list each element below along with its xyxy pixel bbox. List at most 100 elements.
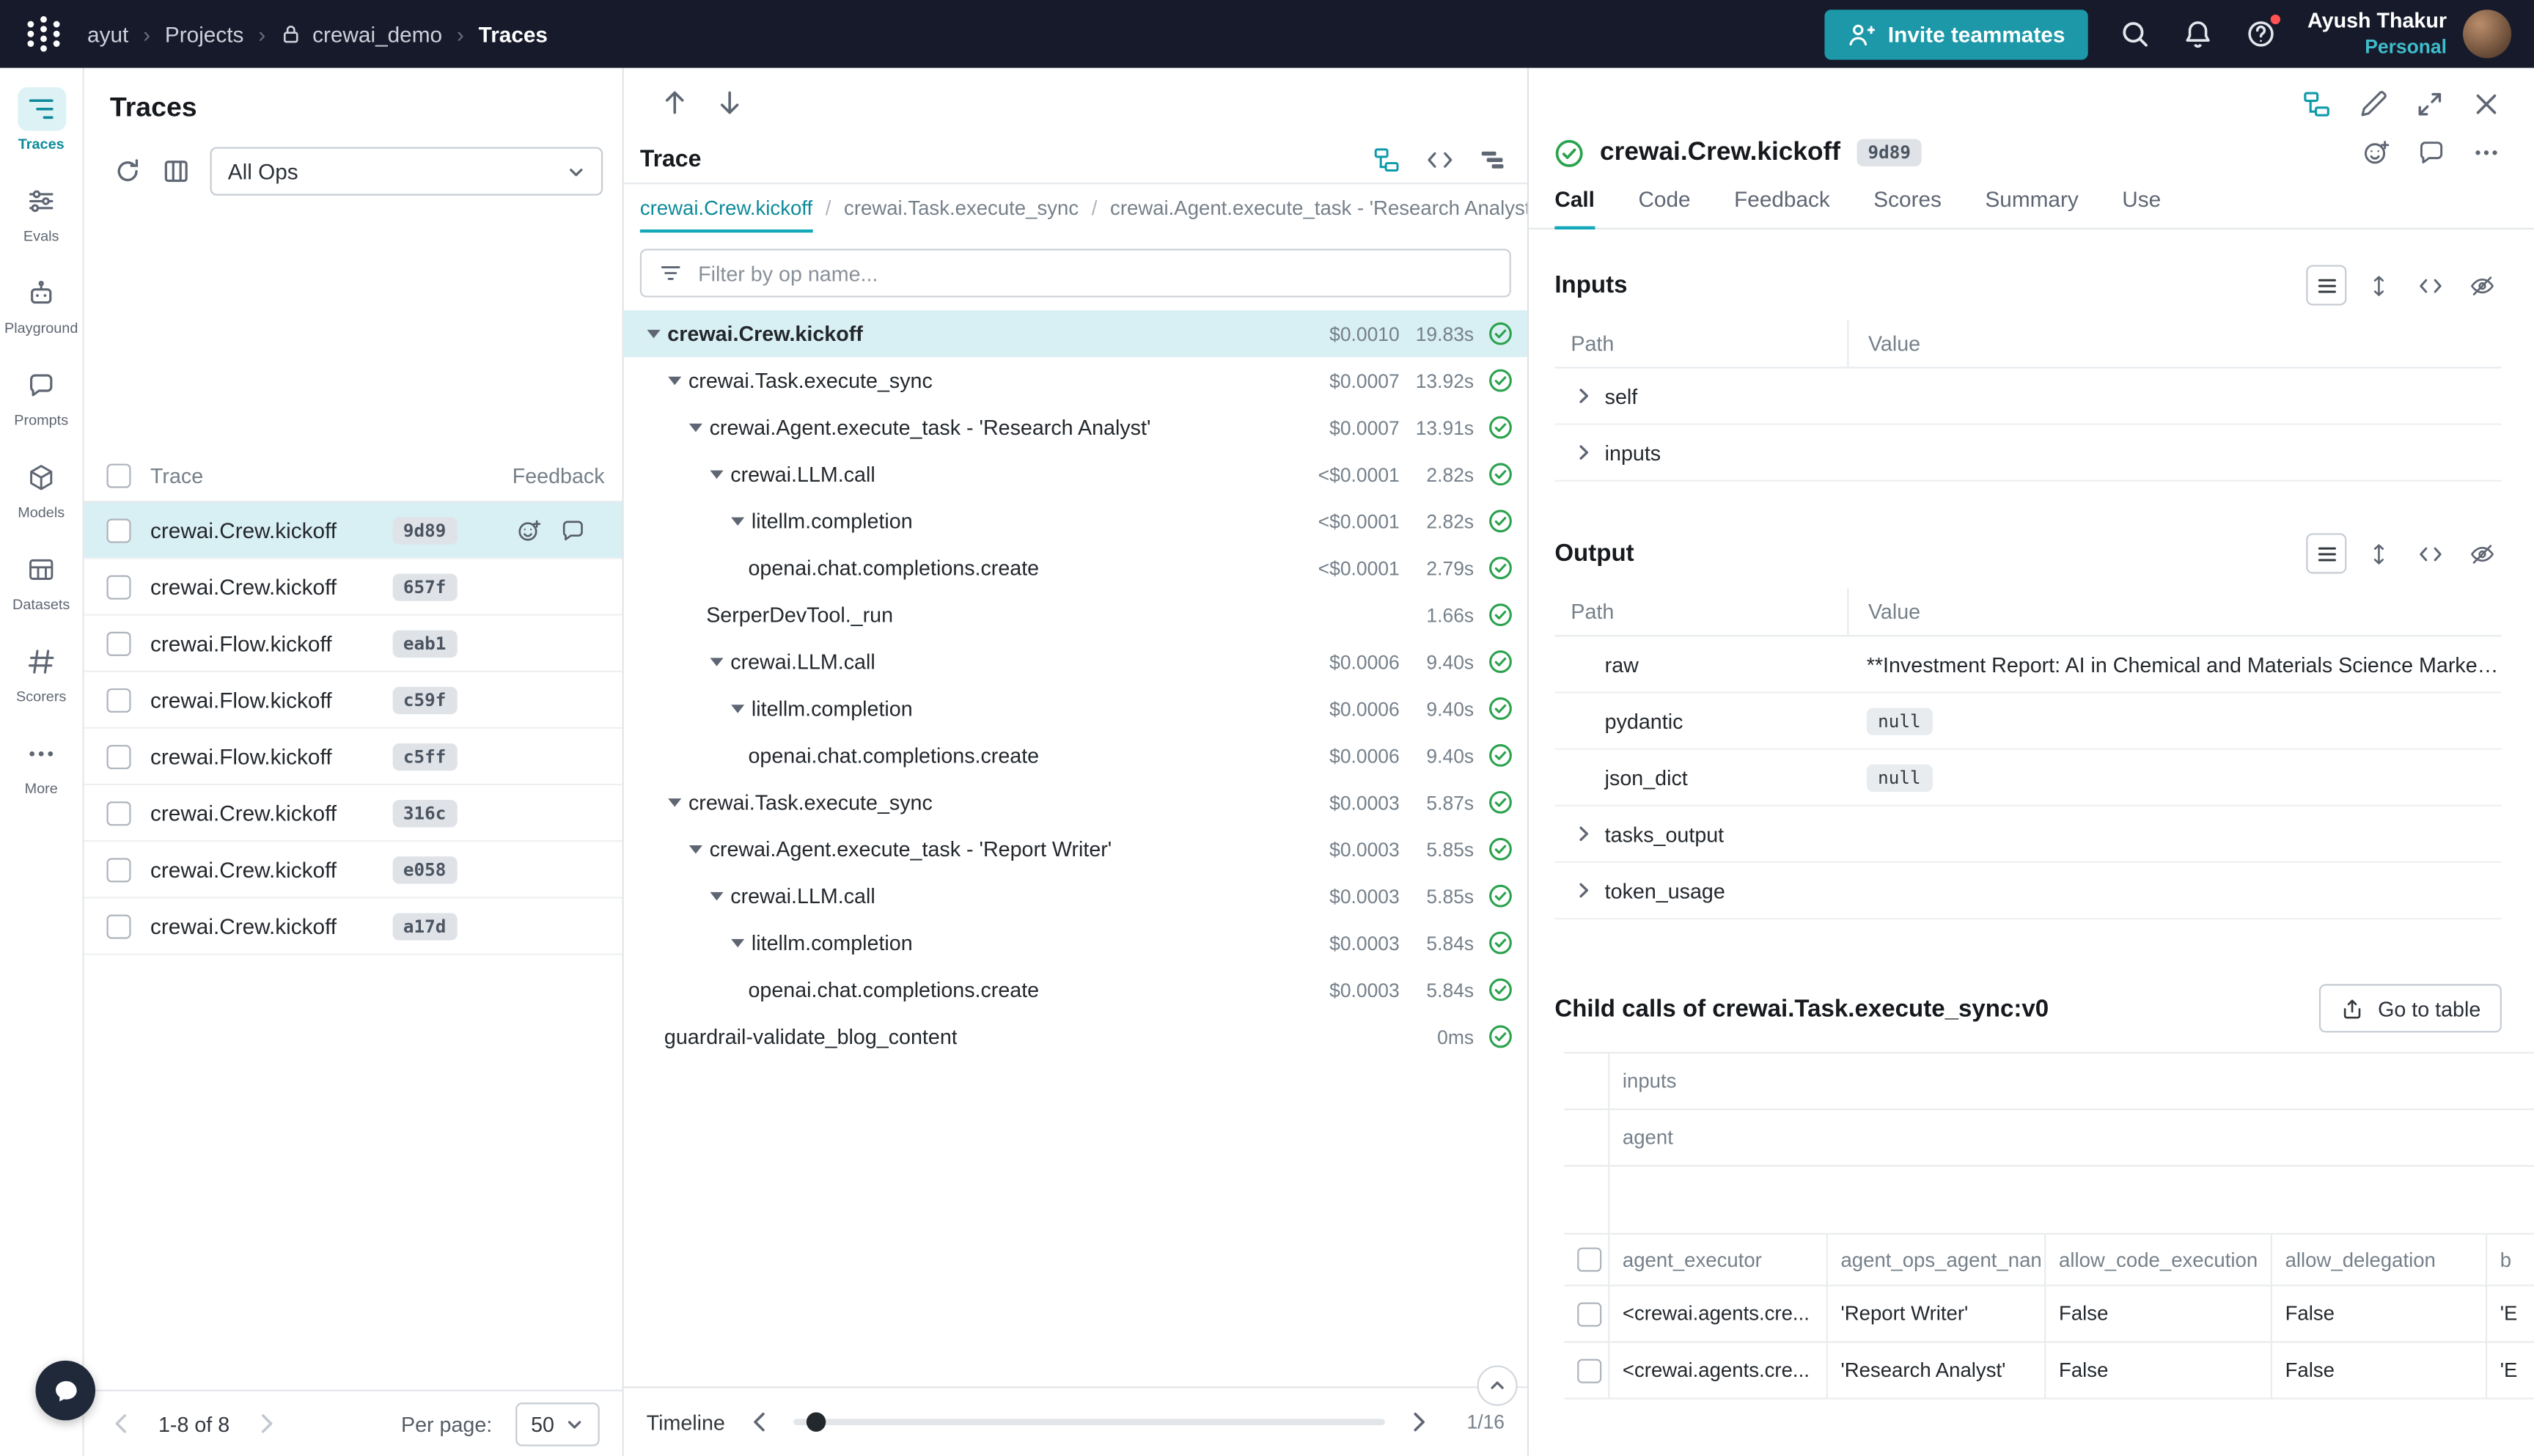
flame-graph-icon[interactable] — [1479, 144, 1508, 174]
child-table-row[interactable]: <crewai.agents.cre...'Research Analyst'F… — [1565, 1343, 2534, 1400]
prev-call-icon[interactable] — [659, 87, 690, 117]
chevron-right-icon[interactable] — [1574, 443, 1593, 462]
caret-down-icon[interactable] — [686, 417, 707, 438]
trace-name[interactable]: crewai.Crew.kickoff — [150, 518, 337, 542]
trace-row[interactable]: crewai.Crew.kickoff316c — [84, 785, 623, 842]
comment-icon[interactable] — [2416, 137, 2447, 168]
invite-teammates-button[interactable]: Invite teammates — [1825, 9, 2087, 59]
help-icon[interactable] — [2244, 18, 2277, 50]
tab-summary[interactable]: Summary — [1985, 188, 2078, 228]
column-header[interactable]: b — [2487, 1235, 2534, 1287]
output-row[interactable]: json_dictnull — [1554, 750, 2502, 806]
output-row[interactable]: raw**Investment Report: AI in Chemical a… — [1554, 636, 2502, 693]
row-checkbox[interactable] — [1577, 1358, 1601, 1383]
column-header[interactable]: allow_code_execution — [2046, 1235, 2272, 1287]
sidebar-item-datasets[interactable]: Datasets — [0, 548, 82, 612]
trace-tree-row[interactable]: crewai.Task.execute_sync$0.000713.92s — [624, 357, 1527, 404]
trace-row[interactable]: crewai.Crew.kickoff9d89 — [84, 502, 623, 559]
caret-down-icon[interactable] — [664, 370, 686, 391]
op-filter-input[interactable] — [698, 261, 1493, 285]
timeline-slider[interactable] — [793, 1419, 1384, 1425]
expand-rows-icon[interactable] — [2358, 533, 2398, 573]
code-view-icon[interactable] — [2409, 533, 2450, 573]
fullscreen-icon[interactable] — [2414, 89, 2445, 120]
code-view-icon[interactable] — [1425, 144, 1455, 174]
trace-tree-row[interactable]: litellm.completion<$0.00012.82s — [624, 498, 1527, 545]
tab-code[interactable]: Code — [1638, 188, 1690, 228]
trace-tree-row[interactable]: litellm.completion$0.00069.40s — [624, 685, 1527, 732]
breadcrumb-projects[interactable]: Projects — [165, 22, 244, 46]
trace-tree-row[interactable]: litellm.completion$0.00035.84s — [624, 919, 1527, 966]
per-page-select[interactable]: 50 — [515, 1402, 600, 1446]
trace-tree-row[interactable]: openai.chat.completions.create$0.00035.8… — [624, 966, 1527, 1013]
column-header-feedback[interactable]: Feedback — [513, 463, 623, 487]
breadcrumb-project[interactable]: crewai_demo — [312, 22, 442, 46]
hide-empty-icon[interactable] — [2461, 265, 2502, 305]
trace-crumb[interactable]: crewai.Crew.kickoff — [640, 197, 812, 232]
column-header[interactable]: agent_executor — [1609, 1235, 1828, 1287]
trace-tree-row[interactable]: crewai.LLM.call<$0.00012.82s — [624, 451, 1527, 498]
row-checkbox[interactable] — [106, 913, 131, 938]
sidebar-item-prompts[interactable]: Prompts — [0, 364, 82, 428]
tree-toggle-icon[interactable] — [2302, 89, 2332, 120]
close-icon[interactable] — [2471, 89, 2502, 120]
timeline-prev-icon[interactable] — [744, 1408, 774, 1437]
column-settings-icon[interactable] — [161, 157, 191, 186]
inputs-row[interactable]: inputs — [1554, 425, 2502, 482]
row-checkbox[interactable] — [1577, 1301, 1601, 1326]
trace-tree-row[interactable]: crewai.LLM.call$0.00035.85s — [624, 872, 1527, 919]
trace-name[interactable]: crewai.Crew.kickoff — [150, 801, 337, 825]
caret-down-icon[interactable] — [727, 510, 749, 532]
trace-tree-row[interactable]: crewai.Task.execute_sync$0.00035.87s — [624, 779, 1527, 826]
sidebar-item-models[interactable]: Models — [0, 456, 82, 521]
expand-rows-icon[interactable] — [2358, 265, 2398, 305]
user-menu[interactable]: Ayush Thakur Personal — [2307, 9, 2511, 59]
tab-use[interactable]: Use — [2122, 188, 2161, 228]
sidebar-item-more[interactable]: More — [0, 732, 82, 796]
add-reaction-icon[interactable] — [515, 516, 543, 543]
wandb-logo[interactable] — [23, 13, 65, 55]
op-filter[interactable] — [640, 249, 1511, 297]
caret-down-icon[interactable] — [727, 933, 749, 954]
sidebar-item-playground[interactable]: Playground — [0, 271, 82, 336]
next-page-icon[interactable] — [252, 1409, 282, 1438]
row-checkbox[interactable] — [106, 857, 131, 881]
next-call-icon[interactable] — [714, 87, 745, 117]
tree-view-icon[interactable] — [1372, 144, 1401, 174]
caret-down-icon[interactable] — [643, 323, 664, 345]
trace-tree-row[interactable]: crewai.LLM.call$0.00069.40s — [624, 639, 1527, 685]
trace-tree-row[interactable]: openai.chat.completions.create$0.00069.4… — [624, 732, 1527, 779]
chat-widget-button[interactable] — [35, 1361, 95, 1421]
trace-tree-row[interactable]: crewai.Agent.execute_task - 'Report Writ… — [624, 826, 1527, 872]
ops-filter-select[interactable]: All Ops — [210, 147, 603, 196]
tab-call[interactable]: Call — [1554, 188, 1595, 229]
edit-icon[interactable] — [2358, 89, 2389, 120]
trace-row[interactable]: crewai.Crew.kickoff657f — [84, 559, 623, 616]
collapse-timeline-button[interactable] — [1477, 1365, 1518, 1405]
trace-name[interactable]: crewai.Crew.kickoff — [150, 575, 337, 599]
notifications-bell-icon[interactable] — [2181, 18, 2214, 50]
caret-down-icon[interactable] — [706, 651, 727, 672]
sidebar-item-evals[interactable]: Evals — [0, 180, 82, 244]
inputs-row[interactable]: self — [1554, 369, 2502, 425]
add-reaction-icon[interactable] — [2361, 137, 2392, 168]
trace-row[interactable]: crewai.Flow.kickoffc5ff — [84, 729, 623, 785]
trace-row[interactable]: crewai.Flow.kickoffeab1 — [84, 616, 623, 672]
trace-name[interactable]: crewai.Crew.kickoff — [150, 913, 337, 938]
chevron-right-icon[interactable] — [1574, 880, 1593, 900]
trace-row[interactable]: crewai.Crew.kickoffa17d — [84, 898, 623, 955]
row-checkbox[interactable] — [106, 801, 131, 825]
caret-down-icon[interactable] — [706, 886, 727, 907]
breadcrumb-org[interactable]: ayut — [87, 22, 128, 46]
output-row[interactable]: pydanticnull — [1554, 694, 2502, 750]
code-view-icon[interactable] — [2409, 265, 2450, 305]
refresh-icon[interactable] — [113, 157, 142, 186]
trace-name[interactable]: crewai.Flow.kickoff — [150, 744, 332, 768]
caret-down-icon[interactable] — [686, 839, 707, 860]
row-checkbox[interactable] — [106, 575, 131, 599]
trace-name[interactable]: crewai.Crew.kickoff — [150, 857, 337, 881]
chevron-right-icon[interactable] — [1574, 824, 1593, 843]
trace-name[interactable]: crewai.Flow.kickoff — [150, 688, 332, 712]
sidebar-item-traces[interactable]: Traces — [0, 87, 82, 152]
hide-empty-icon[interactable] — [2461, 533, 2502, 573]
